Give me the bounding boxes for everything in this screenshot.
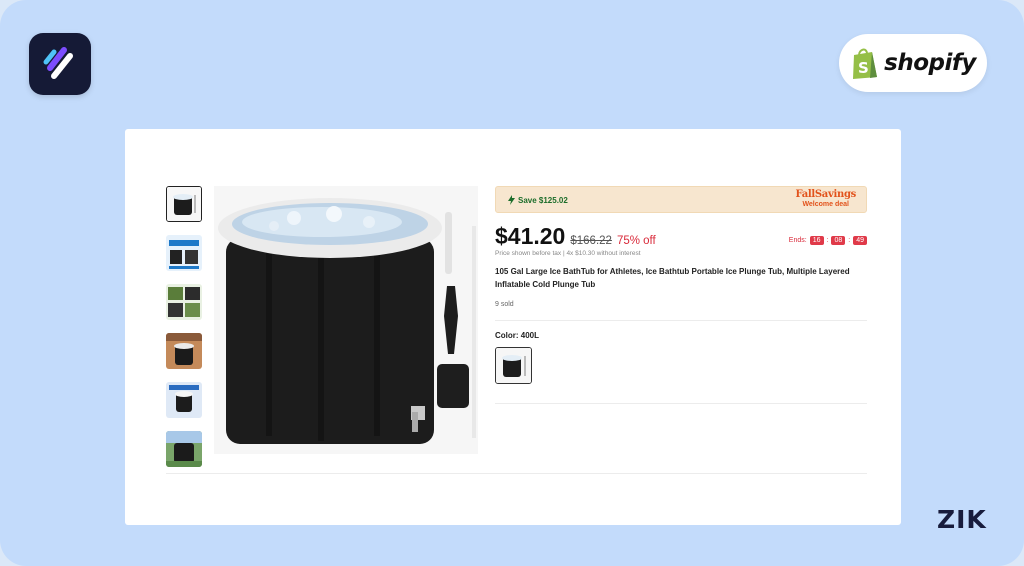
shopify-logo: S shopify [839,34,987,92]
shopify-wordmark: shopify [884,50,976,76]
screenshot-frame: S shopify Save $125.02 FallSavings Welco… [0,0,1024,566]
tax-note: Price shown before tax [495,250,562,257]
current-price: $41.20 [495,223,566,249]
countdown-seconds: 49 [853,236,867,245]
divider [166,473,867,474]
zik-logo: ZIK [937,505,987,534]
countdown-label: Ends: [788,237,807,244]
thumbnail-6[interactable] [166,431,202,467]
countdown-timer: Ends: 16 : 08 : 49 [789,236,867,245]
countdown-minutes: 08 [831,236,846,245]
installment-note: 4x $10.30 without interest [566,250,641,257]
thumbnail-3[interactable] [166,284,202,320]
original-price: $166.22 [570,235,612,247]
price-row: $41.20 $166.22 75% off [495,223,656,250]
sold-count: 9 sold [495,301,514,308]
campaign-name: FallSavings [795,189,856,200]
svg-text:S: S [858,59,869,77]
price-note: Price shown before tax | 4x $10.30 witho… [495,250,641,257]
app-logo-icon [43,47,73,79]
fall-savings-badge: FallSavings Welcome deal [795,190,856,210]
lightning-icon [508,195,515,205]
color-swatch-400l[interactable] [495,347,532,384]
thumbnail-1[interactable] [166,186,202,222]
thumbnail-2[interactable] [166,235,202,271]
product-card: Save $125.02 FallSavings Welcome deal $4… [125,129,901,525]
countdown-hours: 16 [809,236,824,245]
divider [495,320,867,321]
save-badge: Save $125.02 [508,195,568,205]
campaign-subtitle: Welcome deal [802,201,849,208]
thumbnail-5[interactable] [166,382,202,418]
app-logo [29,33,91,95]
thumbnail-4[interactable] [166,333,202,369]
divider [495,403,867,404]
countdown-separator: : [826,237,829,244]
deal-banner: Save $125.02 FallSavings Welcome deal [495,186,867,213]
product-title: 105 Gal Large Ice BathTub for Athletes, … [495,267,850,289]
shopify-bag-icon: S [853,48,878,79]
discount-percent: 75% off [616,235,656,247]
color-label: Color: 400L [495,331,540,340]
countdown-separator: : [848,237,851,244]
save-text: Save $125.02 [518,195,568,205]
main-product-image [214,186,478,454]
thumbnail-gallery [166,186,204,480]
